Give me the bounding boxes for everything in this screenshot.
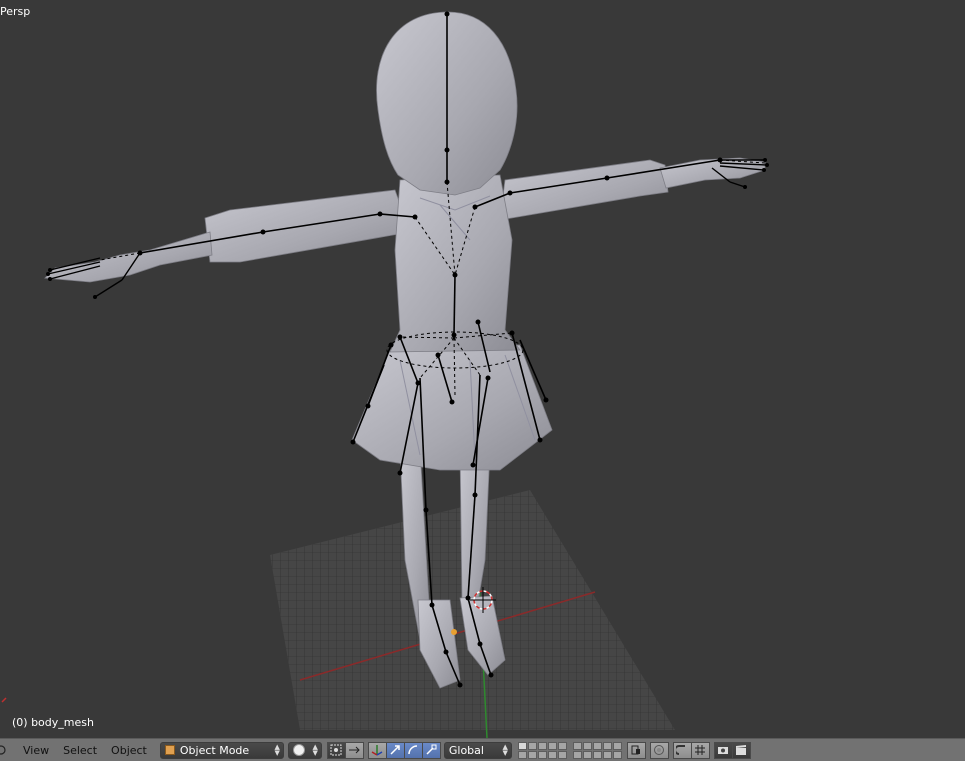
layer-14[interactable]	[547, 750, 557, 759]
layer-16[interactable]	[572, 750, 582, 759]
viewport-header: View Select Object Object Mode ▲ ▼ ▲ ▼ G…	[0, 738, 965, 761]
cube-icon	[164, 745, 175, 755]
layer-8[interactable]	[592, 741, 602, 750]
translate-arrow-icon[interactable]	[385, 741, 405, 759]
menu-object[interactable]: Object	[104, 744, 154, 757]
layer-18[interactable]	[592, 750, 602, 759]
proportional-edit-icon[interactable]	[649, 741, 669, 759]
scale-icon[interactable]	[421, 741, 441, 759]
orientation-label: Global	[448, 743, 484, 757]
lock-layers-icon[interactable]	[626, 741, 646, 759]
mode-label: Object Mode	[179, 743, 250, 757]
layer-1[interactable]	[517, 741, 527, 750]
layer-5[interactable]	[557, 741, 567, 750]
manipulator-icon[interactable]	[367, 741, 387, 759]
dropdown-arrows-icon: ▲ ▼	[274, 743, 280, 757]
scene-canvas[interactable]	[0, 0, 965, 738]
layer-11[interactable]	[517, 750, 527, 759]
rotate-icon[interactable]	[403, 741, 423, 759]
transform-orientation-dropdown[interactable]: Global ▲ ▼	[443, 741, 512, 759]
menu-select[interactable]: Select	[56, 744, 104, 757]
pivot-options-icon[interactable]	[344, 741, 364, 759]
clapperboard-icon[interactable]	[731, 741, 751, 759]
snap-element-icon[interactable]	[690, 741, 710, 759]
editor-type-icon[interactable]	[0, 744, 8, 756]
layer-13[interactable]	[537, 750, 547, 759]
layer-20[interactable]	[612, 750, 622, 759]
layer-3[interactable]	[537, 741, 547, 750]
dropdown-arrows-icon: ▲ ▼	[312, 743, 318, 757]
menu-view[interactable]: View	[16, 744, 56, 757]
axis-gizmo	[1, 697, 7, 703]
layer-buttons[interactable]	[517, 741, 567, 759]
view-name-label: Persp	[0, 5, 31, 18]
layer-7[interactable]	[582, 741, 592, 750]
viewport-shading-dropdown[interactable]: ▲ ▼	[287, 741, 322, 759]
snap-magnet-icon[interactable]	[672, 741, 692, 759]
layer-4[interactable]	[547, 741, 557, 750]
layer-10[interactable]	[612, 741, 622, 750]
sphere-icon	[292, 744, 305, 756]
layer-19[interactable]	[602, 750, 612, 759]
camera-icon[interactable]	[713, 741, 733, 759]
object-info-label: (0) body_mesh	[12, 716, 94, 729]
layer-9[interactable]	[602, 741, 612, 750]
dropdown-arrows-icon: ▲ ▼	[502, 743, 508, 757]
3d-viewport[interactable]: Persp (0) body_mesh	[0, 0, 965, 738]
mode-dropdown[interactable]: Object Mode ▲ ▼	[159, 741, 284, 759]
layer-6[interactable]	[572, 741, 582, 750]
layer-12[interactable]	[527, 750, 537, 759]
layer-15[interactable]	[557, 750, 567, 759]
object-origin	[451, 629, 457, 635]
layer-buttons-2[interactable]	[572, 741, 622, 759]
pivot-icon[interactable]	[326, 741, 346, 759]
layer-2[interactable]	[527, 741, 537, 750]
layer-17[interactable]	[582, 750, 592, 759]
